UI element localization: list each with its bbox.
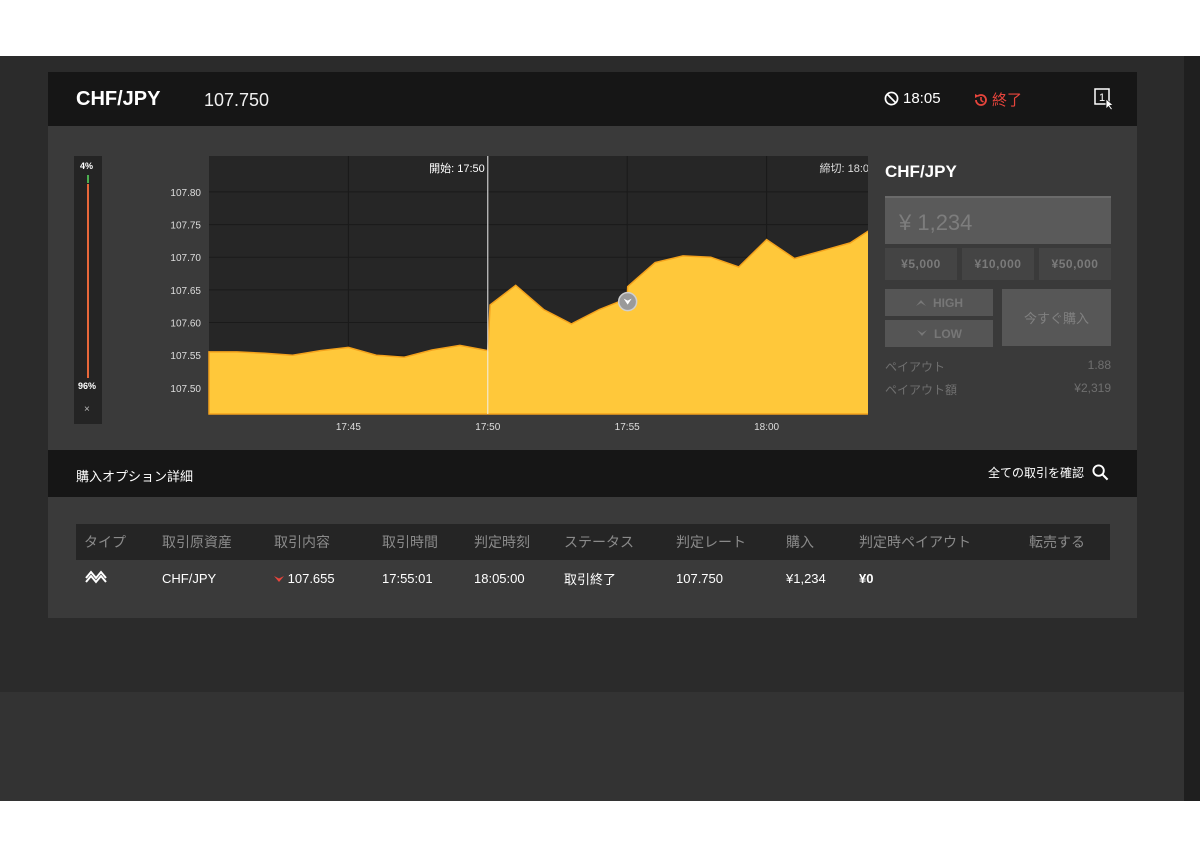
table-row: CHF/JPY 107.655 17:55:01 18:05:00 取引終了 1…	[76, 560, 1110, 596]
buy-now-button[interactable]: 今すぐ購入	[1002, 289, 1111, 346]
payout-row: ペイアウト 1.88	[885, 358, 1111, 375]
payout-amount-row: ペイアウト額 ¥2,319	[885, 381, 1111, 398]
payout-label: ペイアウト	[885, 360, 946, 374]
panel-header: CHF/JPY 107.750 18:05 終了 1	[48, 72, 1137, 126]
type-cell	[76, 560, 154, 596]
no-entry-icon	[884, 91, 899, 106]
high-low-type-icon	[85, 569, 107, 584]
svg-text:1: 1	[1099, 92, 1105, 104]
col-asset: 取引原資産	[162, 534, 232, 550]
col-status: ステータス	[564, 534, 634, 550]
y-tick-label: 107.65	[170, 286, 201, 297]
col-judge-time: 判定時刻	[474, 534, 530, 550]
payout-amount-value: ¥2,319	[1074, 381, 1111, 395]
current-rate: 107.750	[204, 90, 270, 110]
x-tick-label: 18:00	[754, 422, 779, 433]
judge-time-cell: 18:05:00	[474, 570, 525, 586]
col-judge-rate: 判定レート	[676, 534, 746, 550]
purchase-details-bar: 購入オプション詳細 全ての取引を確認	[48, 450, 1137, 497]
high-label: HIGH	[933, 295, 963, 310]
quick-amount-50000[interactable]: ¥50,000	[1039, 248, 1111, 280]
view-all-trades-link[interactable]: 全ての取引を確認	[988, 464, 1109, 481]
x-tick-label: 17:50	[475, 422, 500, 433]
trade-table: タイプ 取引原資産 取引内容 取引時間 判定時刻 ステータス 判定レート 購入 …	[76, 524, 1110, 596]
one-click-cursor-icon[interactable]: 1	[1094, 88, 1114, 110]
quick-amount-5000[interactable]: ¥5,000	[885, 248, 957, 280]
content-rate: 107.655	[287, 570, 335, 586]
gauge-top-percent: 4%	[80, 161, 94, 171]
col-purchase: 購入	[786, 534, 814, 550]
time-cell: 17:55:01	[382, 570, 433, 586]
price-chart: 107.80 107.75 107.70 107.65 107.60 107.55 107.…	[170, 156, 868, 433]
y-tick-label: 107.50	[170, 384, 201, 395]
sentiment-gauge: 4% 96% ×	[74, 156, 102, 424]
end-marker-label: 締切: 18:04	[819, 161, 868, 175]
purchase-cell: ¥1,234	[786, 570, 826, 586]
y-tick-label: 107.55	[170, 351, 201, 362]
amount-input[interactable]: ¥ 1,234	[885, 196, 1111, 244]
low-label: LOW	[934, 326, 962, 341]
col-time: 取引時間	[382, 534, 438, 550]
table-header-row: タイプ 取引原資産 取引内容 取引時間 判定時刻 ステータス 判定レート 購入 …	[76, 524, 1110, 560]
x-tick-label: 17:45	[336, 422, 361, 433]
status-ended-label: 終了	[992, 92, 1023, 109]
y-tick-label: 107.70	[170, 253, 201, 264]
low-button[interactable]: LOW	[885, 320, 993, 347]
y-tick-label: 107.75	[170, 221, 201, 232]
purchase-details-title: 購入オプション詳細	[76, 469, 194, 484]
resell-cell	[1021, 560, 1110, 596]
y-tick-label: 107.60	[170, 319, 201, 330]
expiry-time: 18:05	[903, 90, 941, 107]
sidebar-pair: CHF/JPY	[885, 162, 957, 181]
trade-panel: CHF/JPY 107.750 18:05 終了 1 4% 96% × 107.…	[48, 72, 1137, 618]
payout-cell: ¥0	[859, 570, 874, 586]
expiry-timer: 18:05	[884, 90, 941, 107]
high-button[interactable]: HIGH	[885, 289, 993, 316]
view-all-trades-label: 全ての取引を確認	[987, 466, 1084, 480]
status-cell: 取引終了	[564, 571, 617, 587]
arrow-up-icon	[916, 300, 926, 306]
y-tick-label: 107.80	[170, 188, 201, 199]
col-resell: 転売する	[1029, 534, 1085, 550]
low-direction-icon	[274, 575, 284, 582]
payout-amount-label: ペイアウト額	[885, 383, 958, 397]
gauge-bottom-percent: 96%	[78, 381, 97, 391]
search-icon	[1092, 464, 1109, 481]
arrow-down-icon	[917, 330, 927, 336]
payout-value: 1.88	[1087, 358, 1111, 372]
pair-title: CHF/JPY	[76, 88, 161, 110]
footer-area	[0, 692, 1184, 801]
asset-cell: CHF/JPY	[162, 570, 217, 586]
content-cell: 107.655	[266, 560, 374, 596]
status-ended: 終了	[973, 89, 1022, 110]
gauge-high-bar	[87, 175, 89, 183]
gauge-low-bar	[87, 184, 89, 378]
col-type: タイプ	[84, 534, 126, 550]
scrollbar[interactable]	[1184, 56, 1200, 801]
x-tick-label: 17:55	[615, 422, 640, 433]
history-icon	[975, 93, 987, 106]
judge-rate-cell: 107.750	[676, 570, 723, 586]
gauge-close-button[interactable]: ×	[84, 404, 90, 415]
col-content: 取引内容	[274, 534, 330, 550]
start-marker-label: 開始: 17:50	[429, 161, 485, 175]
col-payout: 判定時ペイアウト	[859, 534, 971, 550]
quick-amount-10000[interactable]: ¥10,000	[962, 248, 1034, 280]
